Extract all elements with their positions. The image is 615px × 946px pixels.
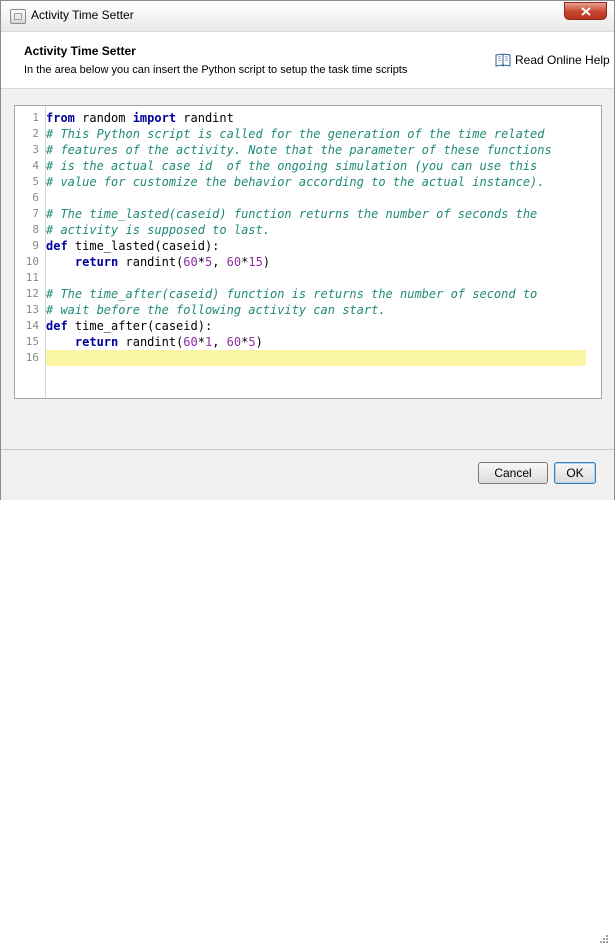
line-number: 14 bbox=[25, 319, 39, 332]
line-number: 10 bbox=[25, 255, 39, 268]
line-number: 3 bbox=[32, 143, 39, 156]
python-script-editor[interactable]: 1 2 3 4 5 6 7 8 9 10 11 12 13 14 15 16 from random impo… bbox=[14, 105, 602, 399]
dialog-footer: Cancel OK bbox=[1, 449, 614, 943]
close-icon bbox=[581, 7, 591, 16]
line-number: 2 bbox=[32, 127, 39, 140]
line-number: 8 bbox=[32, 223, 39, 236]
code-line[interactable]: from random import randint bbox=[46, 110, 586, 126]
book-icon bbox=[495, 53, 511, 67]
code-line[interactable]: def time_after(caseid): bbox=[46, 318, 586, 334]
code-line[interactable]: # The time_lasted(caseid) function retur… bbox=[46, 206, 586, 222]
line-number: 12 bbox=[25, 287, 39, 300]
line-number: 15 bbox=[25, 335, 39, 348]
header-title: Activity Time Setter bbox=[24, 44, 136, 58]
app-window-icon bbox=[10, 9, 26, 24]
line-number: 4 bbox=[32, 159, 39, 172]
line-number-gutter: 1 2 3 4 5 6 7 8 9 10 11 12 13 14 15 16 bbox=[15, 106, 46, 398]
cancel-button[interactable]: Cancel bbox=[478, 462, 548, 484]
code-line[interactable]: return randint(60*1, 60*5) bbox=[46, 334, 586, 350]
line-number: 1 bbox=[32, 111, 39, 124]
dialog-window: Activity Time Setter Activity Time Sette… bbox=[0, 0, 615, 943]
line-number: 13 bbox=[25, 303, 39, 316]
code-line[interactable] bbox=[46, 190, 586, 206]
code-line[interactable]: # value for customize the behavior accor… bbox=[46, 174, 586, 190]
line-number: 7 bbox=[32, 207, 39, 220]
resize-grip-icon[interactable] bbox=[597, 934, 609, 946]
line-number: 9 bbox=[32, 239, 39, 252]
line-number: 5 bbox=[32, 175, 39, 188]
read-online-help-link[interactable]: Read Online Help bbox=[495, 52, 610, 68]
code-line[interactable]: # wait before the following activity can… bbox=[46, 302, 586, 318]
code-line[interactable]: def time_lasted(caseid): bbox=[46, 238, 586, 254]
line-number: 6 bbox=[32, 191, 39, 204]
code-line[interactable]: # features of the activity. Note that th… bbox=[46, 142, 586, 158]
ok-button[interactable]: OK bbox=[554, 462, 596, 484]
read-online-help-label: Read Online Help bbox=[515, 53, 610, 67]
code-line[interactable] bbox=[46, 270, 586, 286]
close-button[interactable] bbox=[564, 2, 607, 20]
header-subtitle: In the area below you can insert the Pyt… bbox=[24, 64, 408, 76]
code-line[interactable]: return randint(60*5, 60*15) bbox=[46, 254, 586, 270]
code-line[interactable]: # The time_after(caseid) function is ret… bbox=[46, 286, 586, 302]
line-number: 16 bbox=[25, 351, 39, 364]
code-line[interactable]: # activity is supposed to last. bbox=[46, 222, 586, 238]
title-bar[interactable]: Activity Time Setter bbox=[1, 1, 614, 32]
dialog-header: Activity Time Setter In the area below y… bbox=[1, 32, 614, 89]
window-title: Activity Time Setter bbox=[31, 8, 134, 22]
current-code-line[interactable] bbox=[46, 350, 586, 366]
line-number: 11 bbox=[25, 271, 39, 284]
code-line[interactable]: # This Python script is called for the g… bbox=[46, 126, 586, 142]
code-line[interactable]: # is the actual case id of the ongoing s… bbox=[46, 158, 586, 174]
